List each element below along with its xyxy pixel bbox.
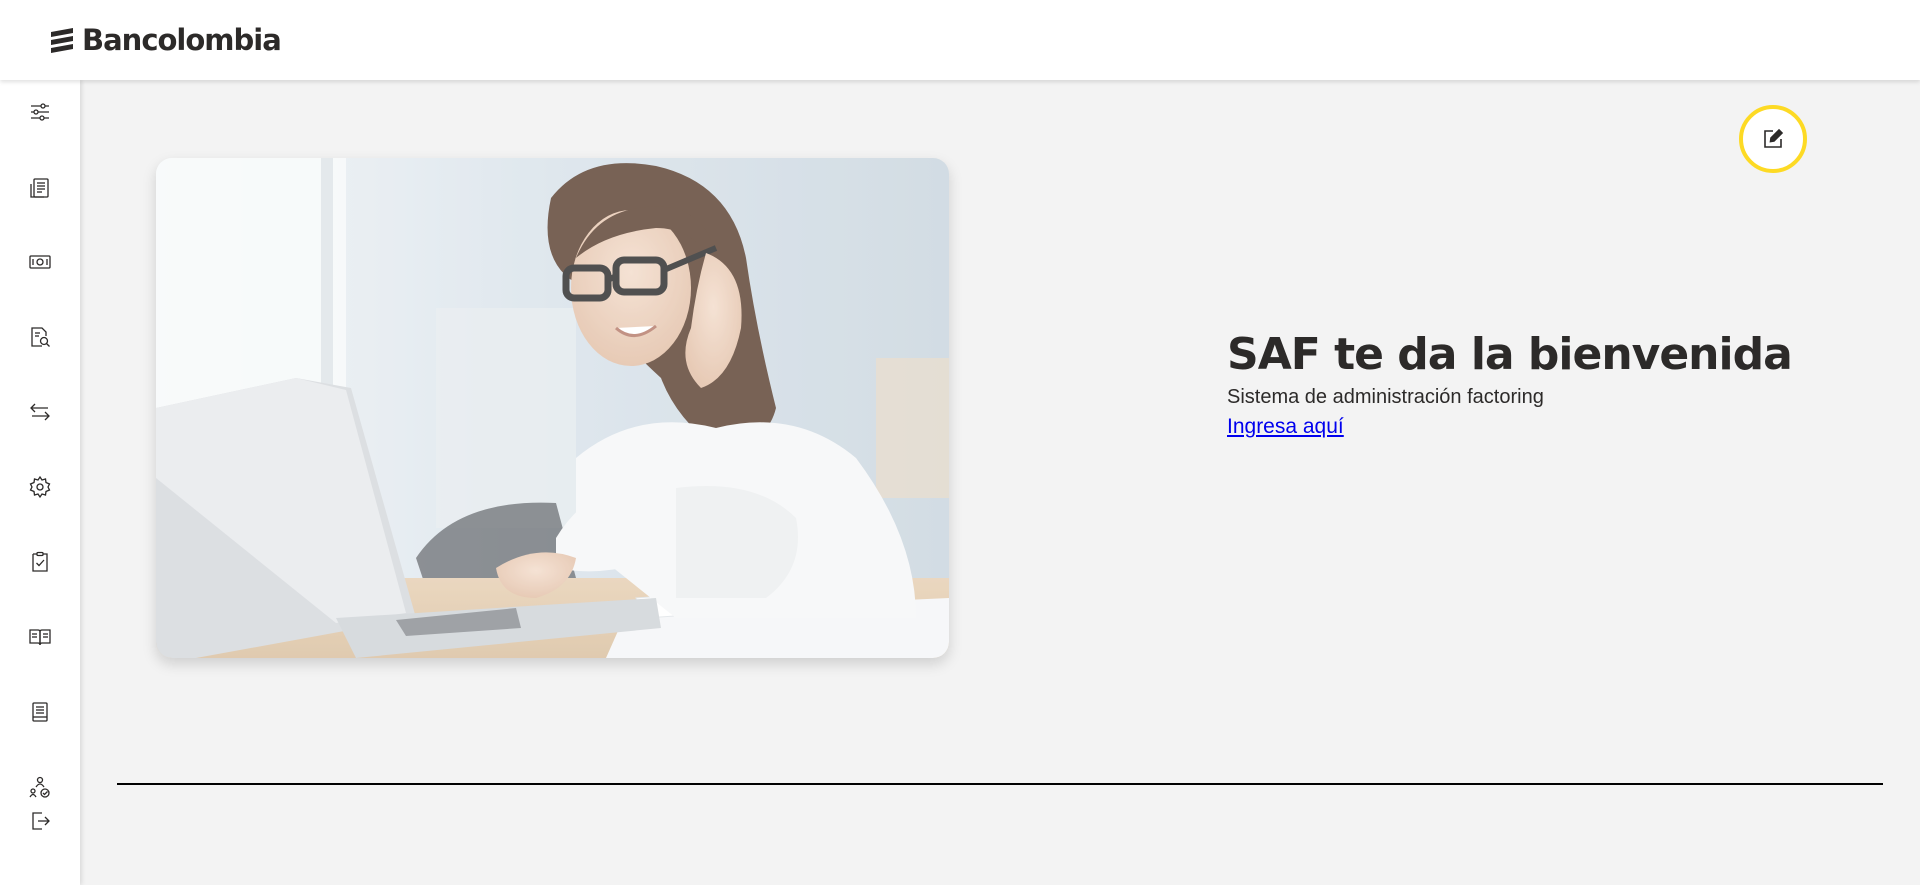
transfer-arrows-icon <box>30 403 50 421</box>
gear-icon <box>29 475 51 499</box>
users-check-icon <box>29 776 50 798</box>
top-bar: Bancolombia <box>0 0 1920 80</box>
sidebar-item-reports[interactable] <box>20 692 60 732</box>
sidebar-item-manual[interactable] <box>20 617 60 657</box>
main-content: SAF te da la bienvenida Sistema de admin… <box>80 80 1920 885</box>
money-icon <box>29 255 51 269</box>
brand-name: Bancolombia <box>82 23 282 57</box>
woman-working-on-laptop-photo <box>156 158 949 658</box>
sidebar <box>0 80 80 885</box>
sidebar-item-approvals[interactable] <box>20 542 60 582</box>
document-check-icon <box>32 551 48 572</box>
welcome-section: SAF te da la bienvenida Sistema de admin… <box>1227 328 1867 439</box>
login-link[interactable]: Ingresa aquí <box>1227 415 1344 439</box>
sidebar-item-settings-sliders[interactable] <box>20 92 60 132</box>
welcome-title: SAF te da la bienvenida <box>1227 329 1793 380</box>
edit-button[interactable] <box>1739 105 1807 173</box>
welcome-subtitle: Sistema de administración factoring <box>1227 386 1544 408</box>
sidebar-item-settings[interactable] <box>20 467 60 507</box>
hero-image <box>156 158 949 658</box>
documents-icon <box>30 178 49 198</box>
sidebar-item-logout[interactable] <box>20 801 60 841</box>
edit-icon <box>1764 128 1784 148</box>
bancolombia-logo-icon <box>51 28 73 53</box>
logout-icon <box>32 812 50 830</box>
sidebar-item-documents[interactable] <box>20 168 60 208</box>
sidebar-item-transfers[interactable] <box>20 392 60 432</box>
sidebar-item-payments[interactable] <box>20 242 60 282</box>
book-icon <box>29 629 51 646</box>
document-search-icon <box>31 327 50 347</box>
sidebar-item-search-documents[interactable] <box>20 317 60 357</box>
notebook-icon <box>32 702 48 722</box>
sliders-icon <box>31 103 49 121</box>
content-divider <box>117 783 1883 785</box>
brand-logo[interactable]: Bancolombia <box>48 23 282 57</box>
